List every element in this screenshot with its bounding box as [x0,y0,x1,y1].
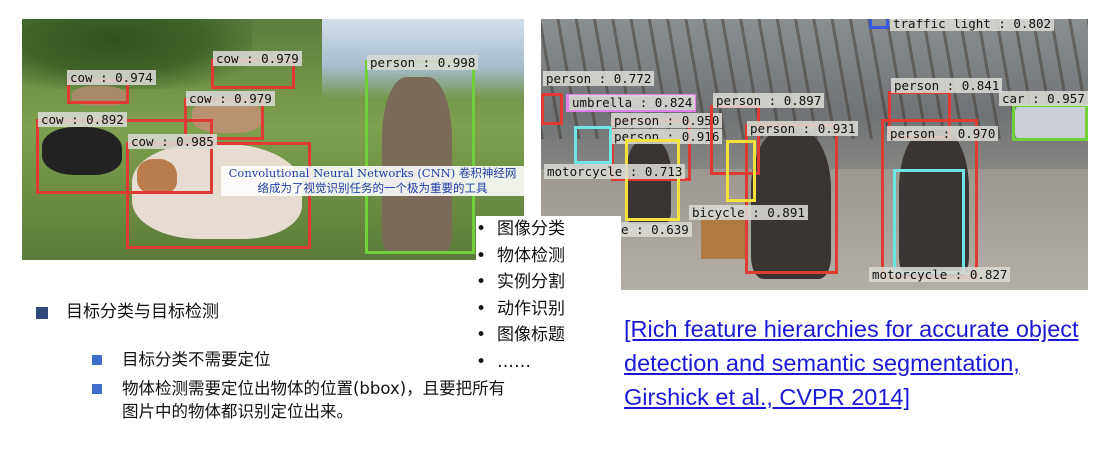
task-label: …… [497,351,531,372]
detection-label: cow : 0.985 [128,134,217,149]
detection-label: person : 0.970 [887,126,999,141]
list-item: • 图像分类 [476,216,621,243]
detection-label: cow : 0.892 [38,112,127,127]
task-label: 图像标题 [497,325,565,345]
sub-point: 图片中的物体都识别定位出来。 [122,402,353,421]
detection-label: person : 0.841 [891,78,1003,93]
list-item: • …… [476,349,621,376]
bullet-icon: • [476,298,487,319]
cardboard-box [701,219,746,259]
detection-label: umbrella : 0.824 [569,95,696,110]
task-list: • 图像分类 • 物体检测 • 实例分割 • 动作识别 • 图像标题 • …… [476,216,621,380]
detection-label: person : 0.897 [713,93,825,108]
bullet-icon: • [476,351,487,372]
detection-label: person : 0.772 [543,71,655,86]
detection-box [574,126,612,164]
list-item: • 动作识别 [476,296,621,323]
list-item: • 物体检测 [476,243,621,270]
square-bullet-icon [92,384,102,394]
detection-label: car : 0.957 [999,91,1088,106]
detection-label: cow : 0.979 [213,51,302,66]
detection-box [625,139,680,221]
detection-label: motorcycle : 0.713 [544,164,686,179]
section-heading: 目标分类与目标检测 [66,302,219,322]
detection-box [1012,104,1088,141]
task-label: 实例分割 [497,272,565,292]
detection-label: person : 0.998 [367,55,479,70]
detection-label: cow : 0.974 [67,70,156,85]
detection-box [745,124,838,274]
detection-box [541,93,563,125]
task-label: 物体检测 [497,245,565,266]
paper-citation-link[interactable]: [Rich feature hierarchies for accurate o… [624,312,1084,414]
detection-box [726,140,756,202]
task-label: 动作识别 [497,298,565,319]
cow-detection-photo: cow : 0.974 cow : 0.979 cow : 0.979 cow … [22,19,524,260]
square-bullet-icon [92,355,102,365]
detection-label: person : 0.931 [747,121,859,136]
task-label: 图像分类 [497,219,565,239]
detection-label: bicycle : 0.891 [689,205,808,220]
list-item: • 图像标题 [476,322,621,349]
caption-line: 络成为了视觉识别任务的一个极为重要的工具 [257,181,488,195]
detection-box [893,169,965,274]
cnn-caption: Convolutional Neural Networks (CNN) 卷积神经… [221,166,524,196]
square-bullet-icon [36,307,48,319]
detection-label: traffic light : 0.802 [890,19,1055,31]
detection-label: motorcycle : 0.827 [869,267,1011,282]
sub-point: 物体检测需要定位出物体的位置(bbox)，且要把所有 [122,379,506,398]
bullet-icon: • [476,272,487,292]
bullet-icon: • [476,325,487,345]
detection-label: cow : 0.979 [186,91,275,106]
bullet-icon: • [476,245,487,266]
list-item: • 实例分割 [476,269,621,296]
detection-box [365,60,475,254]
sub-point: 目标分类不需要定位 [122,350,271,369]
detection-label: person : 0.950 [611,113,723,128]
bullet-icon: • [476,219,487,239]
caption-line: Convolutional Neural Networks (CNN) 卷积神经… [228,166,517,180]
street-detection-photo: traffic light : 0.802 person : 0.772 umb… [541,19,1088,290]
detection-box [869,19,889,29]
